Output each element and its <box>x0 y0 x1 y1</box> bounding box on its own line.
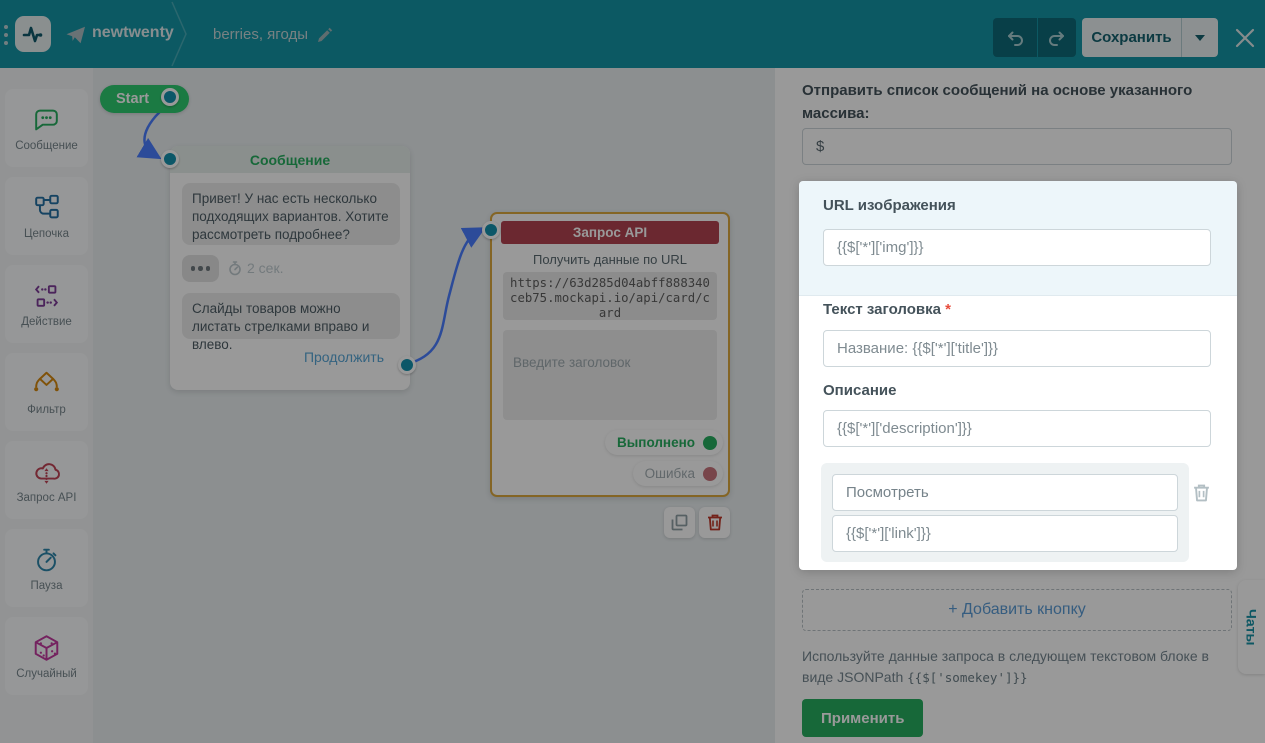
sidebar-item-pause[interactable]: Пауза <box>5 529 88 607</box>
filter-icon <box>34 371 59 391</box>
image-url-label: URL изображения <box>823 197 956 214</box>
message-template-card: URL изображения Текст заголовка * Описан… <box>799 181 1237 570</box>
message-delay-value: 2 сек. <box>247 260 284 276</box>
save-split-button: Сохранить <box>1082 18 1218 57</box>
api-request-node[interactable]: Запрос API Получить данные по URL https:… <box>482 212 730 497</box>
delete-button-icon[interactable] <box>1193 484 1210 502</box>
sidebar-item-api-request[interactable]: Запрос API <box>5 441 88 519</box>
jsonpath-hint: Используйте данные запроса в следующем т… <box>802 646 1234 688</box>
action-icon <box>34 284 59 307</box>
api-title-placeholder[interactable]: Введите заголовок <box>503 330 717 420</box>
sidebar-item-label: Пауза <box>30 579 63 592</box>
kebab-menu-icon[interactable] <box>4 25 10 45</box>
start-output-connector[interactable] <box>161 88 179 106</box>
sidebar-item-label: Действие <box>21 315 72 328</box>
error-dot-icon <box>703 466 717 481</box>
close-icon <box>1235 28 1255 48</box>
button-settings-card <box>821 463 1189 562</box>
api-request-icon <box>35 462 61 484</box>
description-input[interactable] <box>823 410 1211 447</box>
sidebar-item-label: Цепочка <box>24 227 69 240</box>
sidebar-item-filter[interactable]: Фильтр <box>5 353 88 431</box>
flow-canvas[interactable]: Start Сообщение Привет! У нас есть неско… <box>93 68 775 743</box>
redo-button[interactable] <box>1038 18 1076 57</box>
api-node-title: Запрос API <box>501 221 719 244</box>
title-label: Текст заголовка * <box>823 301 951 318</box>
app-logo[interactable] <box>15 16 51 52</box>
api-url-value[interactable]: https://63d285d04abff888340ceb75.mockapi… <box>503 272 717 320</box>
start-node-label: Start <box>116 91 150 107</box>
message-output-connector[interactable] <box>398 356 416 374</box>
message-node-title: Сообщение <box>170 146 410 173</box>
flow-builder-app: newtwenty berries, ягоды Сохранить Сообщ… <box>0 0 1265 743</box>
stopwatch-icon <box>229 260 241 275</box>
close-button[interactable] <box>1231 24 1259 52</box>
sidebar-item-action[interactable]: Действие <box>5 265 88 343</box>
pulse-icon <box>22 26 43 43</box>
trash-icon <box>707 514 722 531</box>
message-input-connector[interactable] <box>161 150 179 168</box>
message-bubble-2[interactable]: Слайды товаров можно листать стрелками в… <box>182 293 400 352</box>
description-label: Описание <box>823 382 897 399</box>
message-icon <box>35 109 58 130</box>
title-label-text: Текст заголовка <box>823 301 941 318</box>
node-settings-panel: Отправить список сообщений на основе ука… <box>775 68 1265 743</box>
message-node[interactable]: Сообщение Привет! У нас есть несколько п… <box>161 146 416 390</box>
api-error-label: Ошибка <box>644 466 695 481</box>
array-source-label: Отправить список сообщений на основе ука… <box>802 82 1193 122</box>
message-delay: 2 сек. <box>228 260 283 276</box>
typing-indicator-chip[interactable] <box>182 255 219 282</box>
sidebar-item-label: Запрос API <box>16 491 77 504</box>
required-asterisk: * <box>945 301 951 318</box>
sidebar-item-label: Фильтр <box>27 403 66 416</box>
breadcrumb-flow-name[interactable]: berries, ягоды <box>213 26 308 43</box>
redo-icon <box>1049 31 1064 46</box>
undo-icon <box>1008 31 1023 46</box>
api-success-connector[interactable]: Выполнено <box>605 430 723 455</box>
chain-icon <box>35 194 59 218</box>
api-success-label: Выполнено <box>617 435 695 450</box>
button-link-input[interactable] <box>832 515 1178 552</box>
jsonpath-hint-code: {{$['somekey']}} <box>907 670 1028 685</box>
block-palette-sidebar: Сообщение Цепочка Действие Фильтр Запрос… <box>0 68 93 743</box>
undo-button[interactable] <box>993 18 1037 57</box>
save-dropdown-button[interactable] <box>1181 18 1218 57</box>
sidebar-item-random[interactable]: Случайный <box>5 617 88 695</box>
sidebar-item-message[interactable]: Сообщение <box>5 89 88 167</box>
edit-pencil-icon[interactable] <box>316 27 333 44</box>
continue-link[interactable]: Продолжить <box>304 349 384 365</box>
api-node-subtitle: Получить данные по URL <box>533 252 687 267</box>
chats-tab[interactable]: Чаты <box>1238 580 1265 674</box>
success-dot-icon <box>703 435 717 450</box>
apply-button[interactable]: Применить <box>802 699 924 737</box>
sidebar-item-chain[interactable]: Цепочка <box>5 177 88 255</box>
message-bubble-1[interactable]: Привет! У нас есть несколько подходящих … <box>182 183 400 245</box>
sidebar-item-label: Случайный <box>16 667 77 680</box>
title-input[interactable] <box>823 330 1211 367</box>
array-source-input[interactable] <box>802 128 1232 165</box>
api-input-connector[interactable] <box>482 221 500 239</box>
random-icon <box>34 634 59 661</box>
paper-plane-icon <box>66 26 85 44</box>
api-error-connector[interactable]: Ошибка <box>632 461 723 486</box>
start-node[interactable]: Start <box>100 85 189 113</box>
image-url-input[interactable] <box>823 229 1211 266</box>
copy-icon <box>671 514 688 531</box>
button-text-input[interactable] <box>832 474 1178 511</box>
breadcrumb-bot-name[interactable]: newtwenty <box>92 24 174 42</box>
chevron-down-icon <box>1195 34 1205 41</box>
delete-node-button[interactable] <box>699 507 730 538</box>
breadcrumb-divider <box>171 1 187 67</box>
duplicate-node-button[interactable] <box>664 507 695 538</box>
sidebar-item-label: Сообщение <box>15 139 78 152</box>
add-button-button[interactable]: + Добавить кнопку <box>802 589 1232 631</box>
topbar: newtwenty berries, ягоды Сохранить <box>0 0 1265 68</box>
pause-icon <box>37 548 57 571</box>
save-button[interactable]: Сохранить <box>1082 18 1181 57</box>
